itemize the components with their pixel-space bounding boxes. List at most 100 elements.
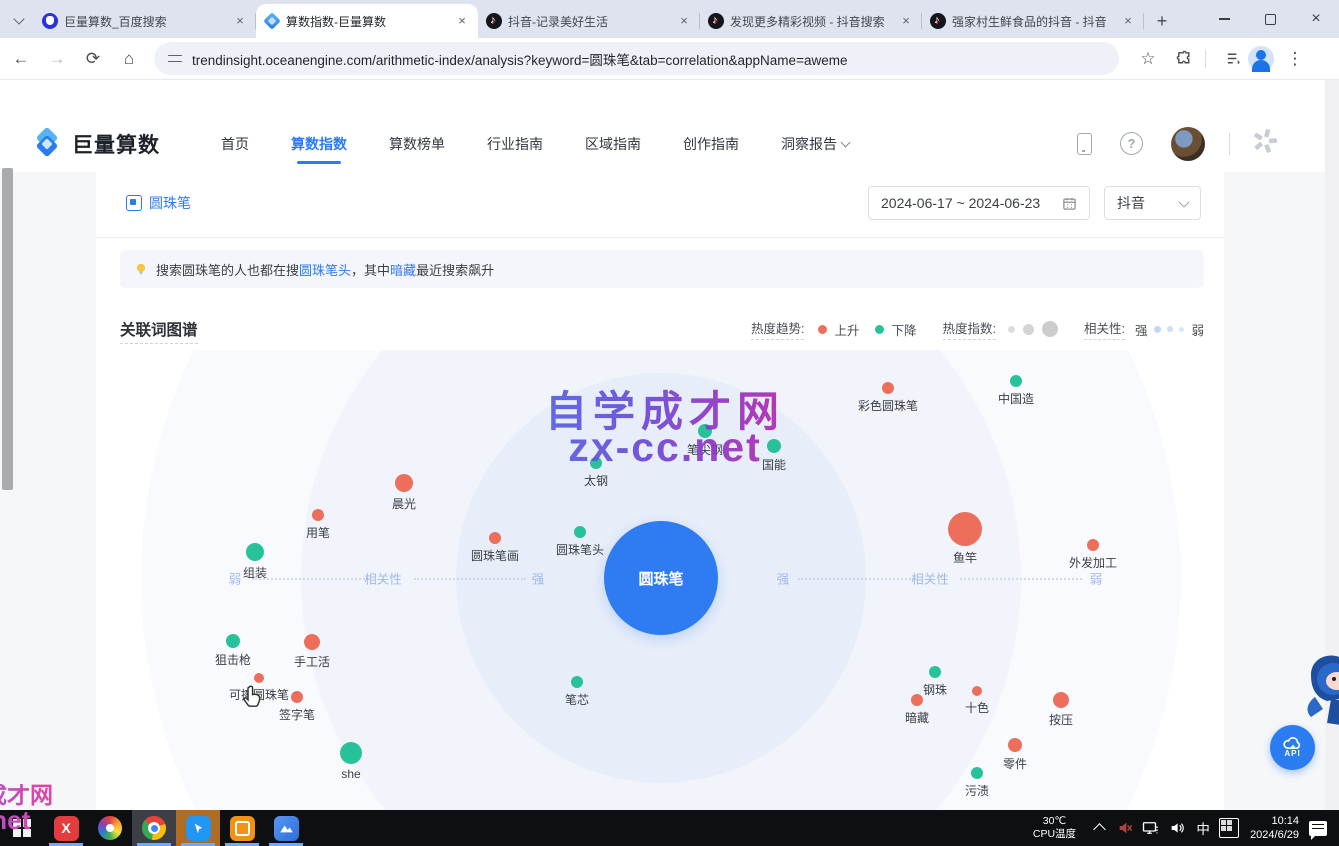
browser-tab[interactable]: 巨量算数_百度搜索× (34, 4, 256, 38)
date-range-picker[interactable]: 2024-06-17 ~ 2024-06-23 (868, 186, 1090, 220)
window-restore-button[interactable] (1247, 0, 1293, 38)
chart-bubble-label[interactable]: 十色 (965, 699, 989, 716)
nav-item-创作指南[interactable]: 创作指南 (683, 115, 739, 172)
chart-bubble[interactable] (948, 512, 982, 546)
cpu-temp-widget[interactable]: 30℃ CPU温度 (1033, 815, 1076, 841)
app-chrome[interactable] (132, 810, 176, 846)
extensions-icon[interactable] (1169, 44, 1199, 74)
browser-menu-icon[interactable]: ⋮ (1280, 44, 1310, 74)
address-bar[interactable]: trendinsight.oceanengine.com/arithmetic-… (154, 42, 1119, 75)
user-avatar[interactable] (1171, 127, 1205, 161)
forward-button[interactable]: → (42, 44, 72, 74)
tray-chevron-up-icon[interactable] (1086, 810, 1112, 846)
tab-close-icon[interactable]: × (454, 13, 470, 29)
nav-item-首页[interactable]: 首页 (221, 115, 249, 172)
chart-bubble-label[interactable]: 晨光 (392, 495, 416, 512)
chart-bubble[interactable] (291, 691, 303, 703)
app-blue-arrow[interactable] (176, 810, 220, 846)
home-button[interactable]: ⌂ (114, 44, 144, 74)
app-recorder[interactable] (220, 810, 264, 846)
browser-profile-avatar[interactable] (1248, 46, 1274, 72)
mobile-app-icon[interactable] (1077, 133, 1092, 155)
chart-bubble[interactable] (304, 634, 320, 650)
url-text[interactable]: trendinsight.oceanengine.com/arithmetic-… (192, 49, 847, 69)
chart-bubble[interactable] (1087, 539, 1099, 551)
nav-item-行业指南[interactable]: 行业指南 (487, 115, 543, 172)
nav-item-算数指数[interactable]: 算数指数 (291, 115, 347, 172)
tray-ime-pinyin-icon[interactable] (1216, 810, 1242, 846)
chart-bubble[interactable] (1053, 692, 1069, 708)
tab-search-chevron-icon[interactable] (6, 6, 32, 34)
tab-close-icon[interactable]: × (676, 13, 692, 29)
nav-item-算数榜单[interactable]: 算数榜单 (389, 115, 445, 172)
chart-bubble-label[interactable]: 圆珠笔画 (471, 547, 519, 564)
tab-close-icon[interactable]: × (232, 13, 248, 29)
nav-item-洞察报告[interactable]: 洞察报告 (781, 115, 849, 172)
api-floating-button[interactable]: API (1270, 725, 1315, 770)
chart-bubble-label[interactable]: 外发加工 (1069, 554, 1117, 571)
brand-logo[interactable]: 巨量算数 (30, 127, 160, 161)
help-icon[interactable]: ? (1120, 132, 1143, 155)
chart-bubble[interactable] (254, 673, 264, 683)
chart-bubble-label[interactable]: 手工活 (294, 653, 330, 670)
chart-center-bubble[interactable]: 圆珠笔 (604, 521, 718, 635)
chart-bubble-label[interactable]: 暗藏 (905, 709, 929, 726)
chart-bubble[interactable] (972, 686, 982, 696)
chart-bubble-label[interactable]: 零件 (1003, 755, 1027, 772)
tray-muted-speaker-icon[interactable] (1112, 810, 1138, 846)
chart-bubble-label[interactable]: 圆珠笔头 (556, 541, 604, 558)
chart-bubble-label[interactable]: 鱼竿 (953, 549, 977, 566)
keyword-chip[interactable]: 圆珠笔 (126, 193, 191, 213)
app-image-viewer[interactable] (264, 810, 308, 846)
chart-bubble[interactable] (971, 767, 983, 779)
tray-clock[interactable]: 10:14 2024/6/29 (1250, 814, 1299, 843)
chart-bubble-label[interactable]: 组装 (243, 564, 267, 581)
chart-bubble-label[interactable]: 污渍 (965, 782, 989, 799)
bookmark-star-icon[interactable]: ☆ (1133, 44, 1163, 74)
chart-bubble[interactable] (1010, 375, 1022, 387)
page-scrollbar-thumb[interactable] (2, 168, 13, 490)
window-minimize-button[interactable] (1201, 0, 1247, 38)
chart-bubble-label[interactable]: 用笔 (306, 524, 330, 541)
chart-bubble[interactable] (571, 676, 583, 688)
browser-tab[interactable]: 强家村生鲜食品的抖音 - 抖音× (922, 4, 1144, 38)
keyword-checkbox-icon[interactable] (126, 195, 142, 211)
chart-bubble[interactable] (395, 474, 413, 492)
browser-tab[interactable]: 发现更多精彩视频 - 抖音搜索× (700, 4, 922, 38)
chart-bubble-label[interactable]: 太钢 (584, 472, 608, 489)
tab-close-icon[interactable]: × (898, 13, 914, 29)
new-tab-button[interactable]: + (1148, 7, 1176, 35)
tab-close-icon[interactable]: × (1120, 13, 1136, 29)
chart-bubble-label[interactable]: she (341, 767, 360, 781)
tray-volume-icon[interactable] (1164, 810, 1190, 846)
chart-bubble-label[interactable]: 按压 (1049, 711, 1073, 728)
chart-bubble[interactable] (1008, 738, 1022, 752)
tray-ime-language[interactable]: 中 (1190, 810, 1216, 846)
chart-bubble[interactable] (911, 694, 923, 706)
browser-tab[interactable]: 算数指数-巨量算数× (256, 4, 478, 38)
back-button[interactable]: ← (6, 44, 36, 74)
tab-list-icon[interactable] (1218, 44, 1248, 74)
chart-bubble[interactable] (246, 543, 264, 561)
chart-bubble[interactable] (574, 526, 586, 538)
chart-bubble[interactable] (312, 509, 324, 521)
app-pinwheel[interactable] (88, 810, 132, 846)
chart-bubble-label[interactable]: 钢珠 (923, 681, 947, 698)
chart-bubble-label[interactable]: 中国造 (998, 390, 1034, 407)
tip-link-keyword1[interactable]: 圆珠笔头 (299, 260, 351, 279)
window-close-button[interactable]: × (1293, 0, 1339, 38)
notification-center-icon[interactable] (1309, 821, 1327, 836)
chart-bubble[interactable] (929, 666, 941, 678)
site-info-icon[interactable] (168, 53, 182, 65)
chart-bubble[interactable] (226, 634, 240, 648)
tip-link-keyword2[interactable]: 暗藏 (390, 260, 416, 279)
browser-tab[interactable]: 抖音-记录美好生活× (478, 4, 700, 38)
reload-button[interactable]: ⟳ (78, 44, 108, 74)
tray-network-icon[interactable] (1138, 810, 1164, 846)
chart-bubble-label[interactable]: 狙击枪 (215, 651, 251, 668)
platform-select[interactable]: 抖音 (1104, 186, 1201, 220)
chart-bubble-label[interactable]: 笔芯 (565, 691, 589, 708)
chart-bubble-label[interactable]: 签字笔 (279, 706, 315, 723)
nav-item-区域指南[interactable]: 区域指南 (585, 115, 641, 172)
chart-bubble[interactable] (340, 742, 362, 764)
